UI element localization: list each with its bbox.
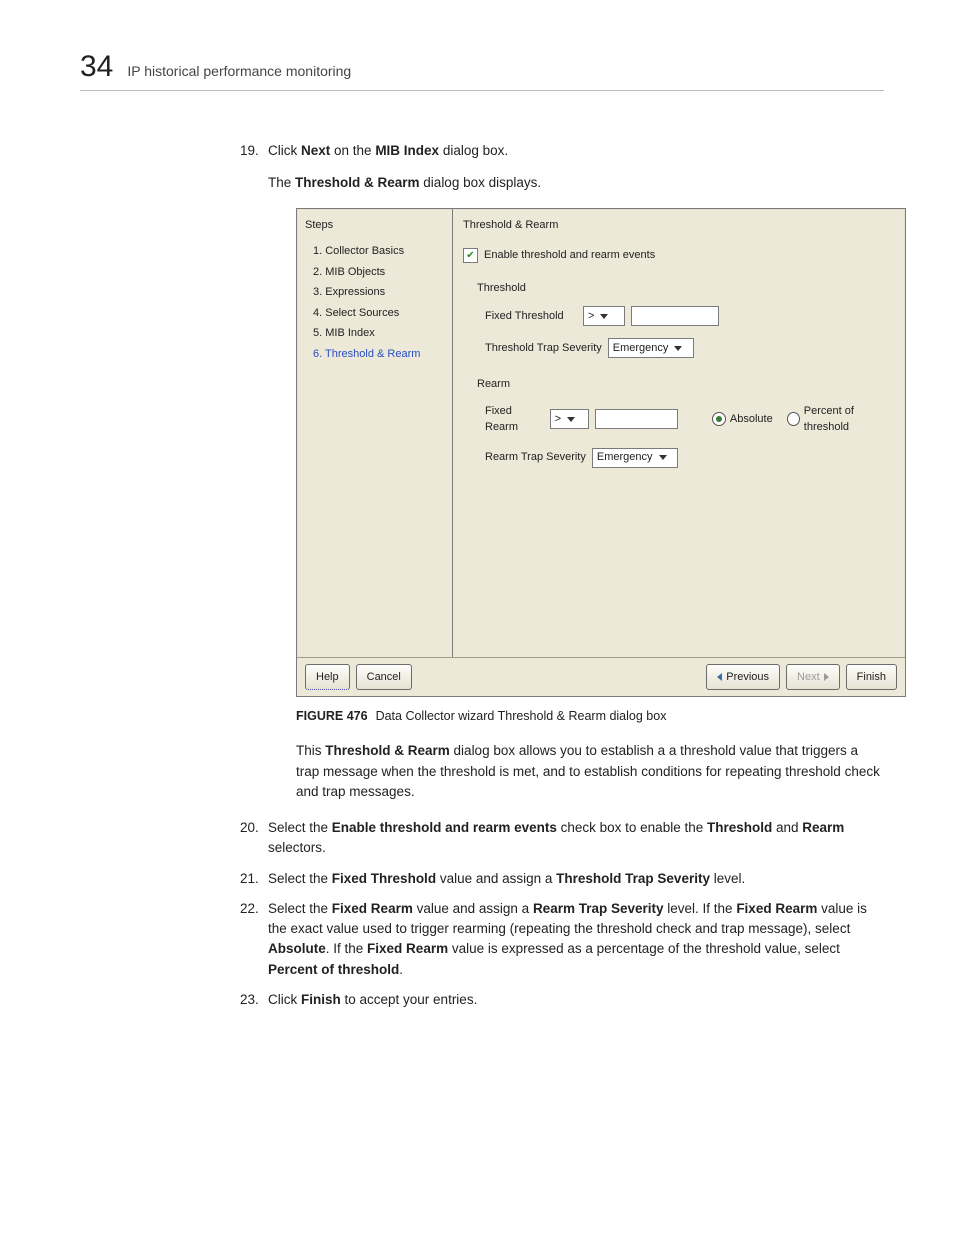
step-21: 21. Select the Fixed Threshold value and… [240, 869, 884, 889]
step-number: 19. [240, 141, 259, 161]
fixed-rearm-operator-combo[interactable]: > [550, 409, 590, 429]
bold: Threshold & Rearm [295, 175, 420, 190]
content: 19. Click Next on the MIB Index dialog b… [240, 141, 884, 1010]
fixed-threshold-label: Fixed Threshold [485, 308, 577, 325]
chevron-down-icon [567, 417, 575, 422]
page: 34 IP historical performance monitoring … [0, 0, 954, 1235]
radio-icon [712, 412, 726, 426]
paragraph: This Threshold & Rearm dialog box allows… [296, 741, 884, 802]
panel-title: Threshold & Rearm [463, 217, 895, 234]
combo-value: > [555, 411, 561, 428]
threshold-trap-severity-label: Threshold Trap Severity [485, 340, 602, 357]
rearm-trap-severity-label: Rearm Trap Severity [485, 449, 586, 466]
chevron-down-icon [674, 346, 682, 351]
dialog-threshold-rearm: Steps 1. Collector Basics 2. MIB Objects… [296, 208, 906, 697]
figure-number: FIGURE 476 [296, 709, 368, 723]
page-header: 34 IP historical performance monitoring [80, 50, 884, 91]
finish-button[interactable]: Finish [846, 664, 897, 690]
text: Click [268, 143, 301, 158]
wizard-steps-panel: Steps 1. Collector Basics 2. MIB Objects… [297, 209, 453, 657]
radio-label: Percent of threshold [804, 403, 895, 436]
fixed-rearm-label: Fixed Rearm [485, 403, 544, 436]
text: on the [330, 143, 375, 158]
next-button: Next [786, 664, 840, 690]
radio-icon [787, 412, 800, 426]
threshold-trap-severity-row: Threshold Trap Severity Emergency [485, 338, 895, 358]
fixed-rearm-value-input[interactable] [595, 409, 678, 429]
step-number: 20. [240, 818, 259, 838]
bold: MIB Index [375, 143, 439, 158]
page-title: IP historical performance monitoring [127, 63, 351, 79]
text: The [268, 175, 295, 190]
rearm-trap-severity-row: Rearm Trap Severity Emergency [485, 448, 895, 468]
radio-label: Absolute [730, 411, 773, 428]
threshold-trap-severity-combo[interactable]: Emergency [608, 338, 694, 358]
step-20: 20. Select the Enable threshold and rear… [240, 818, 884, 859]
fixed-rearm-row: Fixed Rearm > Absolute [485, 403, 895, 436]
text: dialog box displays. [420, 175, 542, 190]
wizard-step-expressions[interactable]: 3. Expressions [305, 284, 446, 301]
bold: Next [301, 143, 330, 158]
text: dialog box. [439, 143, 508, 158]
combo-value: > [588, 308, 594, 325]
step-sub: The Threshold & Rearm dialog box display… [268, 173, 884, 193]
wizard-form-panel: Threshold & Rearm ✔ Enable threshold and… [453, 209, 905, 657]
fixed-threshold-row: Fixed Threshold > [485, 306, 895, 326]
arrow-left-icon [717, 673, 722, 681]
rearm-percent-radio[interactable]: Percent of threshold [787, 403, 895, 436]
fixed-threshold-operator-combo[interactable]: > [583, 306, 625, 326]
arrow-right-icon [824, 673, 829, 681]
help-button[interactable]: Help [305, 664, 350, 690]
figure-caption: FIGURE 476 Data Collector wizard Threshol… [296, 707, 884, 726]
previous-button[interactable]: Previous [706, 664, 780, 690]
checkbox-icon[interactable]: ✔ [463, 248, 478, 263]
page-number: 34 [80, 50, 113, 84]
enable-events-label: Enable threshold and rearm events [484, 247, 655, 264]
steps-header: Steps [305, 217, 446, 234]
fixed-threshold-value-input[interactable] [631, 306, 719, 326]
chevron-down-icon [659, 455, 667, 460]
step-22: 22. Select the Fixed Rearm value and ass… [240, 899, 884, 980]
step-number: 23. [240, 990, 259, 1010]
cancel-button[interactable]: Cancel [356, 664, 412, 690]
wizard-step-select-sources[interactable]: 4. Select Sources [305, 305, 446, 322]
step-23: 23. Click Finish to accept your entries. [240, 990, 884, 1010]
rearm-trap-severity-combo[interactable]: Emergency [592, 448, 678, 468]
wizard-step-collector-basics[interactable]: 1. Collector Basics [305, 243, 446, 260]
combo-value: Emergency [597, 449, 653, 466]
wizard-step-mib-index[interactable]: 5. MIB Index [305, 325, 446, 342]
dialog-footer: Help Cancel Previous Next [297, 657, 905, 696]
chevron-down-icon [600, 314, 608, 319]
enable-events-checkbox-row[interactable]: ✔ Enable threshold and rearm events [463, 247, 895, 264]
wizard-step-threshold-rearm[interactable]: 6. Threshold & Rearm [305, 346, 446, 363]
rearm-absolute-radio[interactable]: Absolute [712, 411, 773, 428]
wizard-step-mib-objects[interactable]: 2. MIB Objects [305, 264, 446, 281]
rearm-section-label: Rearm [477, 376, 895, 393]
combo-value: Emergency [613, 340, 669, 357]
figure-text: Data Collector wizard Threshold & Rearm … [376, 709, 667, 723]
threshold-section-label: Threshold [477, 280, 895, 297]
step-number: 22. [240, 899, 259, 919]
step-19: 19. Click Next on the MIB Index dialog b… [240, 141, 884, 802]
step-number: 21. [240, 869, 259, 889]
